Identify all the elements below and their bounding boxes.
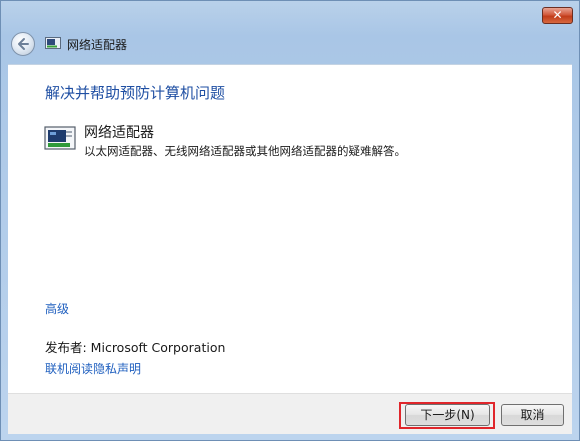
back-button[interactable] bbox=[11, 32, 35, 56]
troubleshooter-item-description: 以太网适配器、无线网络适配器或其他网络适配器的疑难解答。 bbox=[84, 144, 406, 158]
troubleshooter-item-title: 网络适配器 bbox=[84, 125, 154, 141]
content-pane: 解决并帮助预防计算机问题 网络适配器 以太网适配器、无线网络适配器或其他网络适配… bbox=[8, 64, 572, 394]
publisher-text: 发布者: Microsoft Corporation bbox=[45, 340, 226, 355]
back-arrow-icon bbox=[18, 38, 29, 50]
network-adapter-small-icon bbox=[45, 37, 61, 49]
window-title: 网络适配器 bbox=[67, 38, 128, 52]
privacy-statement-link[interactable]: 联机阅读隐私声明 bbox=[45, 360, 141, 377]
advanced-link[interactable]: 高级 bbox=[45, 300, 69, 317]
footer-bar: 下一步(N) 取消 bbox=[8, 393, 572, 434]
close-button[interactable]: ✕ bbox=[542, 7, 573, 24]
next-button[interactable]: 下一步(N) bbox=[405, 404, 490, 426]
page-heading: 解决并帮助预防计算机问题 bbox=[45, 84, 226, 102]
troubleshooter-window: ✕ 网络适配器 解决并帮助预防计算机问题 网络适配器 以太网适配器、无线网络适配… bbox=[0, 0, 580, 441]
network-adapter-icon bbox=[44, 126, 76, 150]
cancel-button[interactable]: 取消 bbox=[501, 404, 564, 426]
